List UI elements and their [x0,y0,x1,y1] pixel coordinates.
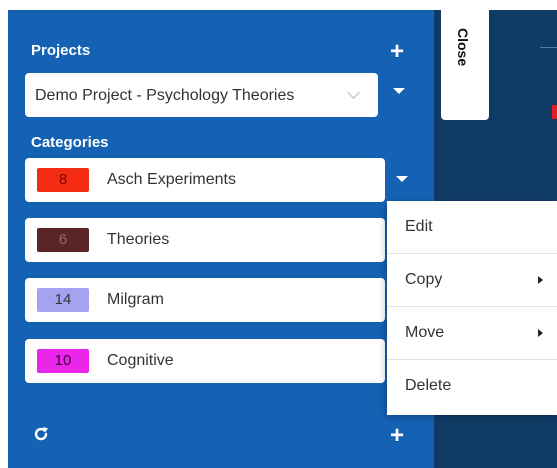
category-label: Milgram [107,291,164,308]
canvas-accent [552,105,557,119]
add-category-button[interactable]: + [390,424,404,448]
menu-item-label: Move [405,324,445,341]
project-options-caret-icon[interactable] [393,88,405,94]
category-context-menu: Edit Copy Move Delete [387,201,557,415]
submenu-arrow-icon [538,329,543,337]
category-label: Theories [107,231,170,248]
category-count-badge: 14 [37,288,89,312]
refresh-icon[interactable] [33,426,49,442]
menu-item-move[interactable]: Move [387,307,557,360]
category-options-caret-icon[interactable] [396,176,408,182]
category-count-badge: 6 [37,228,89,252]
projects-heading: Projects [31,42,91,59]
chevron-down-icon [347,86,360,99]
category-label: Cognitive [107,352,174,369]
menu-item-label: Delete [405,377,452,394]
category-count-badge: 10 [37,349,89,373]
menu-item-delete[interactable]: Delete [387,360,557,413]
category-label: Asch Experiments [107,171,236,188]
close-tab[interactable]: Close [441,10,489,120]
project-select-value: Demo Project - Psychology Theories [35,87,295,104]
menu-item-copy[interactable]: Copy [387,254,557,307]
close-tab-label: Close [455,28,471,67]
add-project-button[interactable]: + [390,40,404,64]
category-item-asch-experiments[interactable]: 8 Asch Experiments [25,158,385,202]
canvas-line [540,47,557,48]
categories-heading: Categories [31,134,109,151]
project-select[interactable]: Demo Project - Psychology Theories [25,73,378,117]
submenu-arrow-icon [538,276,543,284]
menu-item-label: Copy [405,271,443,288]
menu-item-edit[interactable]: Edit [387,201,557,254]
category-count-badge: 8 [37,168,89,192]
category-item-theories[interactable]: 6 Theories [25,218,385,262]
category-item-cognitive[interactable]: 10 Cognitive [25,339,385,383]
category-item-milgram[interactable]: 14 Milgram [25,278,385,322]
menu-item-label: Edit [405,218,433,235]
